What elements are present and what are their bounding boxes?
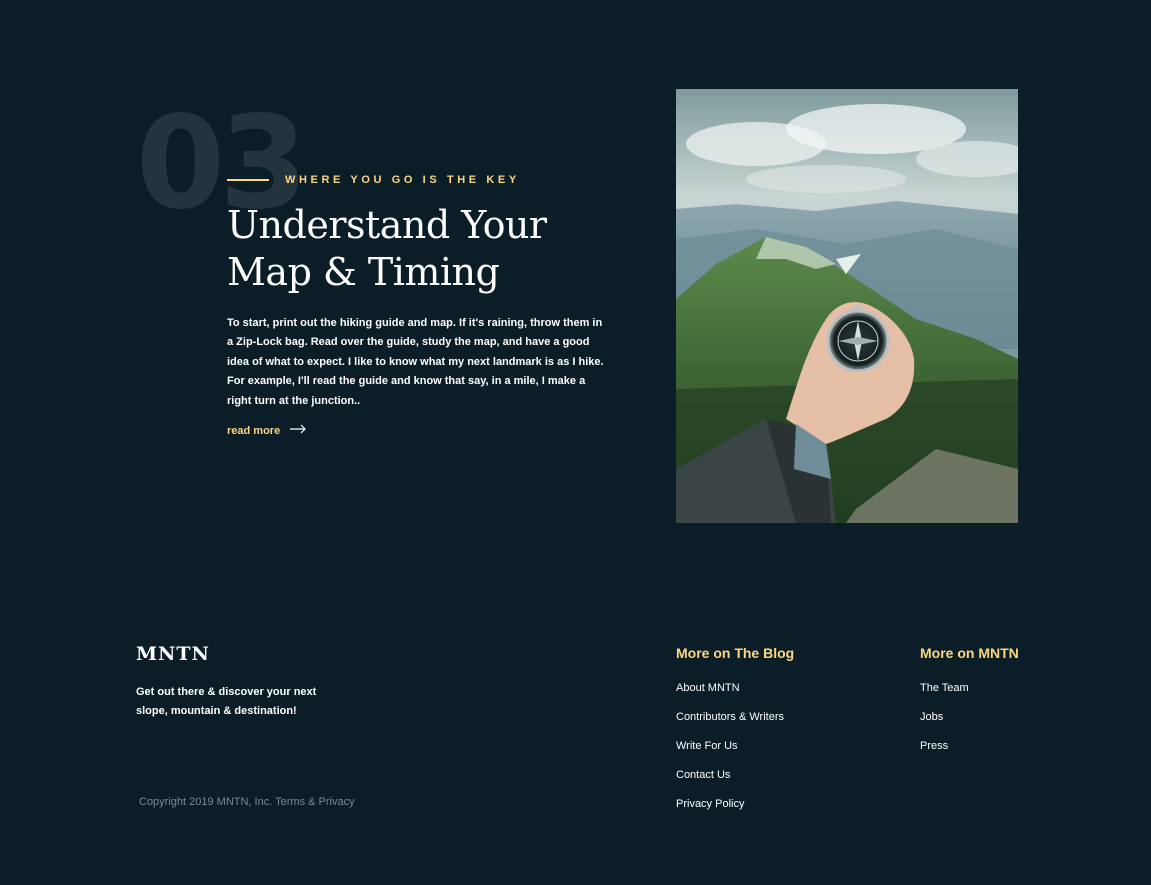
footer-link-jobs[interactable]: Jobs — [920, 711, 943, 723]
footer-link-contributors[interactable]: Contributors & Writers — [676, 711, 784, 723]
footer-link-press[interactable]: Press — [920, 740, 948, 752]
eyebrow-divider — [227, 179, 269, 181]
section-eyebrow: WHERE YOU GO IS THE KEY — [227, 174, 520, 186]
footer-logo[interactable]: MNTN — [136, 643, 210, 665]
footer-link-contact-us[interactable]: Contact Us — [676, 769, 730, 781]
section-title: Understand Your Map & Timing — [227, 202, 607, 296]
footer-link-about-mntn[interactable]: About MNTN — [676, 682, 740, 694]
footer-copyright: Copyright 2019 MNTN, Inc. Terms & Privac… — [139, 796, 355, 808]
read-more-label: read more — [227, 424, 281, 437]
footer-link-the-team[interactable]: The Team — [920, 682, 969, 694]
footer-mntn-heading: More on MNTN — [920, 645, 1019, 661]
footer-link-privacy-policy[interactable]: Privacy Policy — [676, 798, 744, 810]
footer-tagline: Get out there & discover your next slope… — [136, 686, 317, 717]
read-more-link[interactable]: read more — [227, 424, 307, 437]
section-title-line-2: Map & Timing — [227, 250, 500, 294]
section-body: To start, print out the hiking guide and… — [227, 317, 604, 407]
compass-mountain-photo — [676, 89, 1018, 523]
footer-blog-column: More on The Blog About MNTN Contributors… — [676, 645, 794, 823]
eyebrow-text: WHERE YOU GO IS THE KEY — [285, 174, 520, 186]
footer-blog-heading: More on The Blog — [676, 645, 795, 661]
arrow-right-icon — [290, 424, 307, 437]
footer-link-write-for-us[interactable]: Write For Us — [676, 740, 738, 752]
section-title-line-1: Understand Your — [227, 203, 547, 247]
footer-mntn-column: More on MNTN The Team Jobs Press — [920, 645, 1019, 765]
